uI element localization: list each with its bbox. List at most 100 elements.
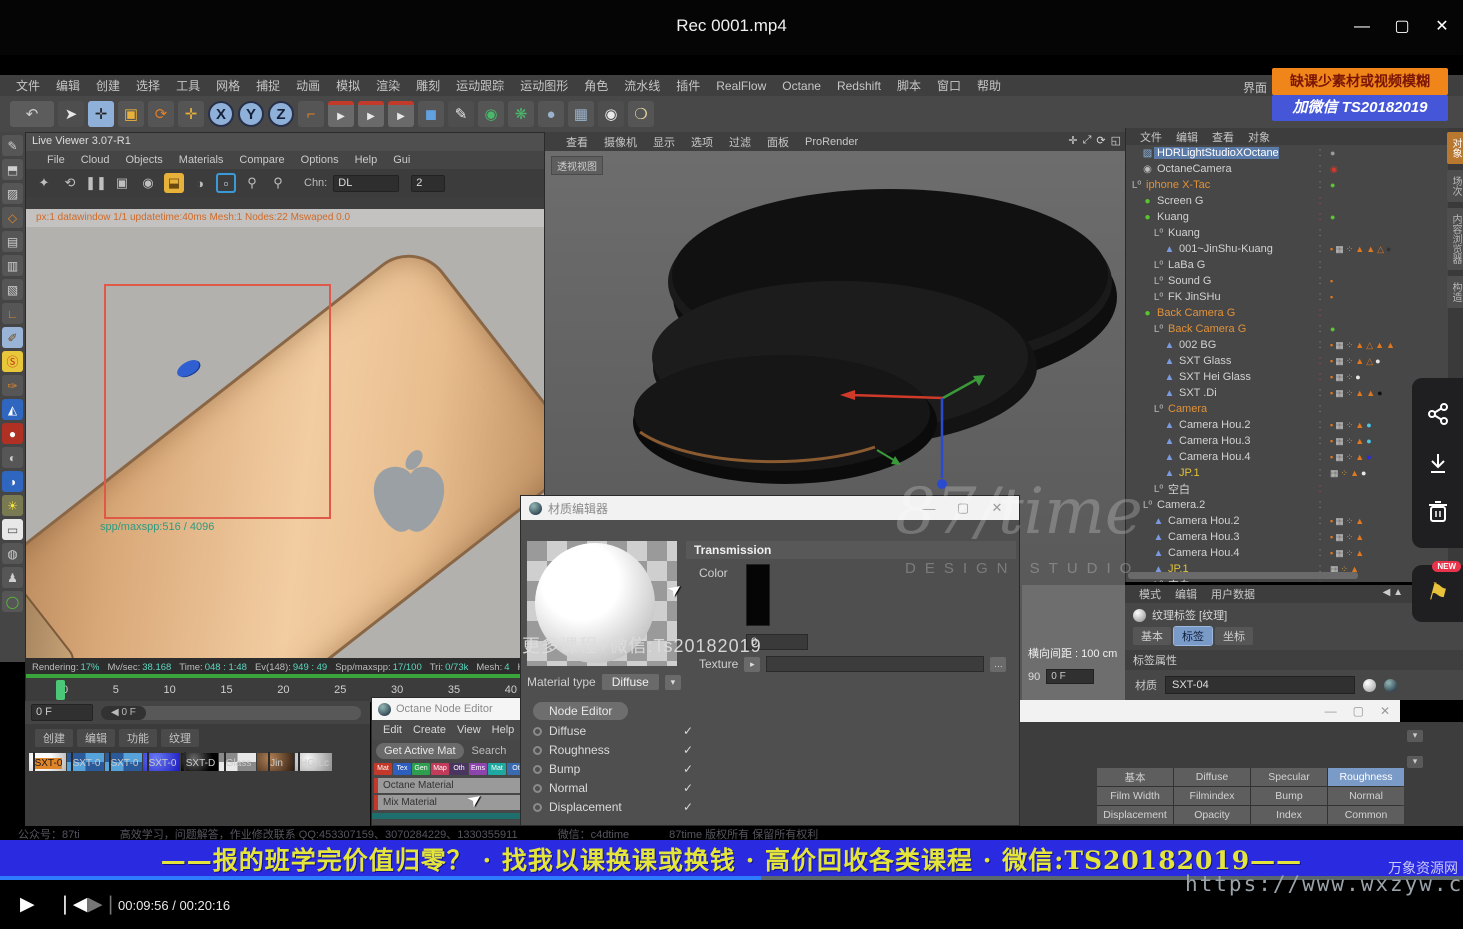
object-label[interactable]: Kuang	[1154, 211, 1189, 223]
c4d-menu-item[interactable]: 模拟	[328, 77, 368, 94]
visibility-dots[interactable]: ⁚	[1310, 420, 1330, 431]
object-row[interactable]: ▲ Camera Hou.4 ⁚ ▪▦⁘▲	[1126, 545, 1448, 561]
download-icon[interactable]	[1426, 451, 1450, 475]
live-viewer-menu-item[interactable]: Compare	[232, 154, 291, 166]
visibility-dots[interactable]: ⁚	[1310, 148, 1330, 159]
octane-node-item[interactable]: Octane Material	[374, 778, 527, 793]
octane-node-editor-titlebar[interactable]: Octane Node Editor	[372, 698, 529, 720]
object-label[interactable]: SXT Hei Glass	[1176, 371, 1251, 383]
live-viewer-menu-item[interactable]: Objects	[118, 154, 169, 166]
c4d-menu-item[interactable]: 网格	[208, 77, 248, 94]
visibility-dots[interactable]: ⁚	[1310, 212, 1330, 223]
c4d-menu-item[interactable]: 脚本	[889, 77, 929, 94]
axis-x-button[interactable]: X	[208, 101, 234, 127]
object-manager-menu-item[interactable]: 文件	[1134, 129, 1168, 145]
visibility-dots[interactable]: ⁚	[1310, 452, 1330, 463]
octane-category-tab[interactable]: Ems	[469, 763, 487, 775]
viewport-menu-item[interactable]: ProRender	[798, 136, 865, 148]
visibility-dots[interactable]: ⁚	[1310, 276, 1330, 287]
hud-frame-field[interactable]: 0 F	[1046, 669, 1094, 684]
viewport-nav-icon[interactable]: ✛	[1068, 134, 1077, 147]
side-dock-tab[interactable]: 场次	[1447, 170, 1463, 202]
object-row[interactable]: ▲ Camera Hou.2 ⁚ ▪▦⁘▲●	[1126, 417, 1448, 433]
c4d-menu-item[interactable]: RealFlow	[708, 79, 774, 93]
object-tags[interactable]: ●	[1330, 149, 1448, 158]
object-label[interactable]: Back Camera G	[1154, 307, 1235, 319]
frame-field[interactable]: 0 F	[31, 704, 93, 721]
visibility-dots[interactable]: ⁚	[1310, 580, 1330, 583]
octane-menu-item[interactable]: View	[452, 724, 486, 736]
mograph-icon[interactable]: ◭	[2, 399, 23, 420]
array-icon[interactable]: ▦	[568, 101, 594, 127]
octane-category-tab[interactable]: Gen	[412, 763, 430, 775]
brush-icon[interactable]: ✑	[2, 375, 23, 396]
pin-button[interactable]: ⚑ NEW	[1412, 565, 1463, 622]
search-label[interactable]: Search	[472, 745, 507, 757]
octane-node-item[interactable]: Mix Material	[374, 795, 527, 810]
c4d-menu-item[interactable]: 捕捉	[248, 77, 288, 94]
material-channel-tab[interactable]: Diffuse	[1174, 768, 1250, 786]
object-row[interactable]: ▲ SXT Glass ⁚ ▪▦⁘▲△●	[1126, 353, 1448, 369]
object-label[interactable]: OctaneCamera	[1154, 163, 1232, 175]
shade-b-icon[interactable]: ◑	[2, 471, 23, 492]
object-row[interactable]: Lº Kuang ⁚	[1126, 225, 1448, 241]
frame-slider[interactable]: ◀ 0 F	[101, 706, 361, 720]
dropdown-arrow-1[interactable]: ▾	[1407, 730, 1423, 742]
close-button[interactable]: ✕	[1429, 14, 1455, 40]
object-tags[interactable]: ▪▦⁘▲△●	[1330, 357, 1448, 366]
visibility-dots[interactable]: ⁚	[1310, 516, 1330, 527]
render-settings-icon[interactable]: ▶	[388, 101, 414, 127]
visibility-dots[interactable]: ⁚	[1310, 340, 1330, 351]
texture-field[interactable]	[766, 656, 984, 672]
live-viewer-menu-item[interactable]: Cloud	[74, 154, 117, 166]
c4d-menu-item[interactable]: 帮助	[969, 77, 1009, 94]
visibility-dots[interactable]: ⁚	[1310, 228, 1330, 239]
pause-render-icon[interactable]: ❚❚	[86, 173, 106, 193]
workplane-icon[interactable]: ◇	[2, 207, 23, 228]
deformer-icon[interactable]: ❋	[508, 101, 534, 127]
material-thumb[interactable]: SXT-0	[67, 753, 104, 771]
attribute-history-arrows[interactable]: ◀ ▲	[1383, 587, 1403, 598]
material-thumb[interactable]: SXT-0	[143, 753, 180, 771]
check-icon[interactable]: ✓	[683, 781, 693, 795]
object-row[interactable]: Lº iphone X-Tac ⁚ ●	[1126, 177, 1448, 193]
octane-category-tab[interactable]: Map	[431, 763, 449, 775]
viewport-menu-item[interactable]: 显示	[646, 134, 682, 150]
check-icon[interactable]: ✓	[683, 762, 693, 776]
render-view[interactable]: spp/maxspp:516 / 4096	[26, 227, 544, 658]
next-button[interactable]: ▶❘	[88, 893, 119, 916]
restart-render-icon[interactable]: ⟲	[60, 173, 80, 193]
object-row[interactable]: ▲ 002 BG ⁚ ▪▦⁘▲△▲▲	[1126, 337, 1448, 353]
object-row[interactable]: Lº Back Camera G ⁚ ●	[1126, 321, 1448, 337]
attribute-menu-item[interactable]: 模式	[1133, 586, 1167, 602]
visibility-dots[interactable]: ⁚	[1310, 388, 1330, 399]
object-label[interactable]: Sound G	[1165, 275, 1211, 287]
material-channel-tab[interactable]: Displacement	[1097, 806, 1173, 824]
visibility-dots[interactable]: ⁚	[1310, 196, 1330, 207]
camera-icon[interactable]: ◉	[598, 101, 624, 127]
object-tags[interactable]: ▪▦⁘▲	[1330, 549, 1448, 558]
material-channel-tab[interactable]: Opacity	[1174, 806, 1250, 824]
channel-check-row[interactable]: Displacement ✓	[533, 800, 693, 814]
c4d-menu-item[interactable]: 插件	[668, 77, 708, 94]
material-channel-tab[interactable]: Specular	[1251, 768, 1327, 786]
attribute-tab[interactable]: 标签	[1174, 627, 1212, 645]
sun-icon[interactable]: ☀	[2, 495, 23, 516]
layout-switcher[interactable]: 界面	[1243, 79, 1267, 96]
render-region-frame[interactable]	[104, 284, 331, 519]
play-button[interactable]: ▶	[20, 893, 35, 916]
render-region-icon[interactable]: ▫	[216, 173, 236, 193]
c4d-menu-item[interactable]: 角色	[576, 77, 616, 94]
float-maximize[interactable]: ▢	[1353, 704, 1364, 718]
visibility-dots[interactable]: ⁚	[1310, 484, 1330, 495]
timeline-playhead[interactable]	[56, 680, 65, 700]
channel-check-row[interactable]: Diffuse ✓	[533, 724, 693, 738]
viewport-menu-item[interactable]: 选项	[684, 134, 720, 150]
object-row[interactable]: ▲ Camera Hou.3 ⁚ ▪▦⁘▲	[1126, 529, 1448, 545]
live-viewer-title[interactable]: Live Viewer 3.07-R1	[26, 133, 544, 151]
c4d-menu-item[interactable]: 运动图形	[512, 77, 576, 94]
axis-mode-icon[interactable]: ∟	[2, 303, 23, 324]
material-thumb[interactable]: SXT-0	[105, 753, 142, 771]
generator-icon[interactable]: ◉	[478, 101, 504, 127]
coord-system-icon[interactable]: ⌐	[298, 101, 324, 127]
